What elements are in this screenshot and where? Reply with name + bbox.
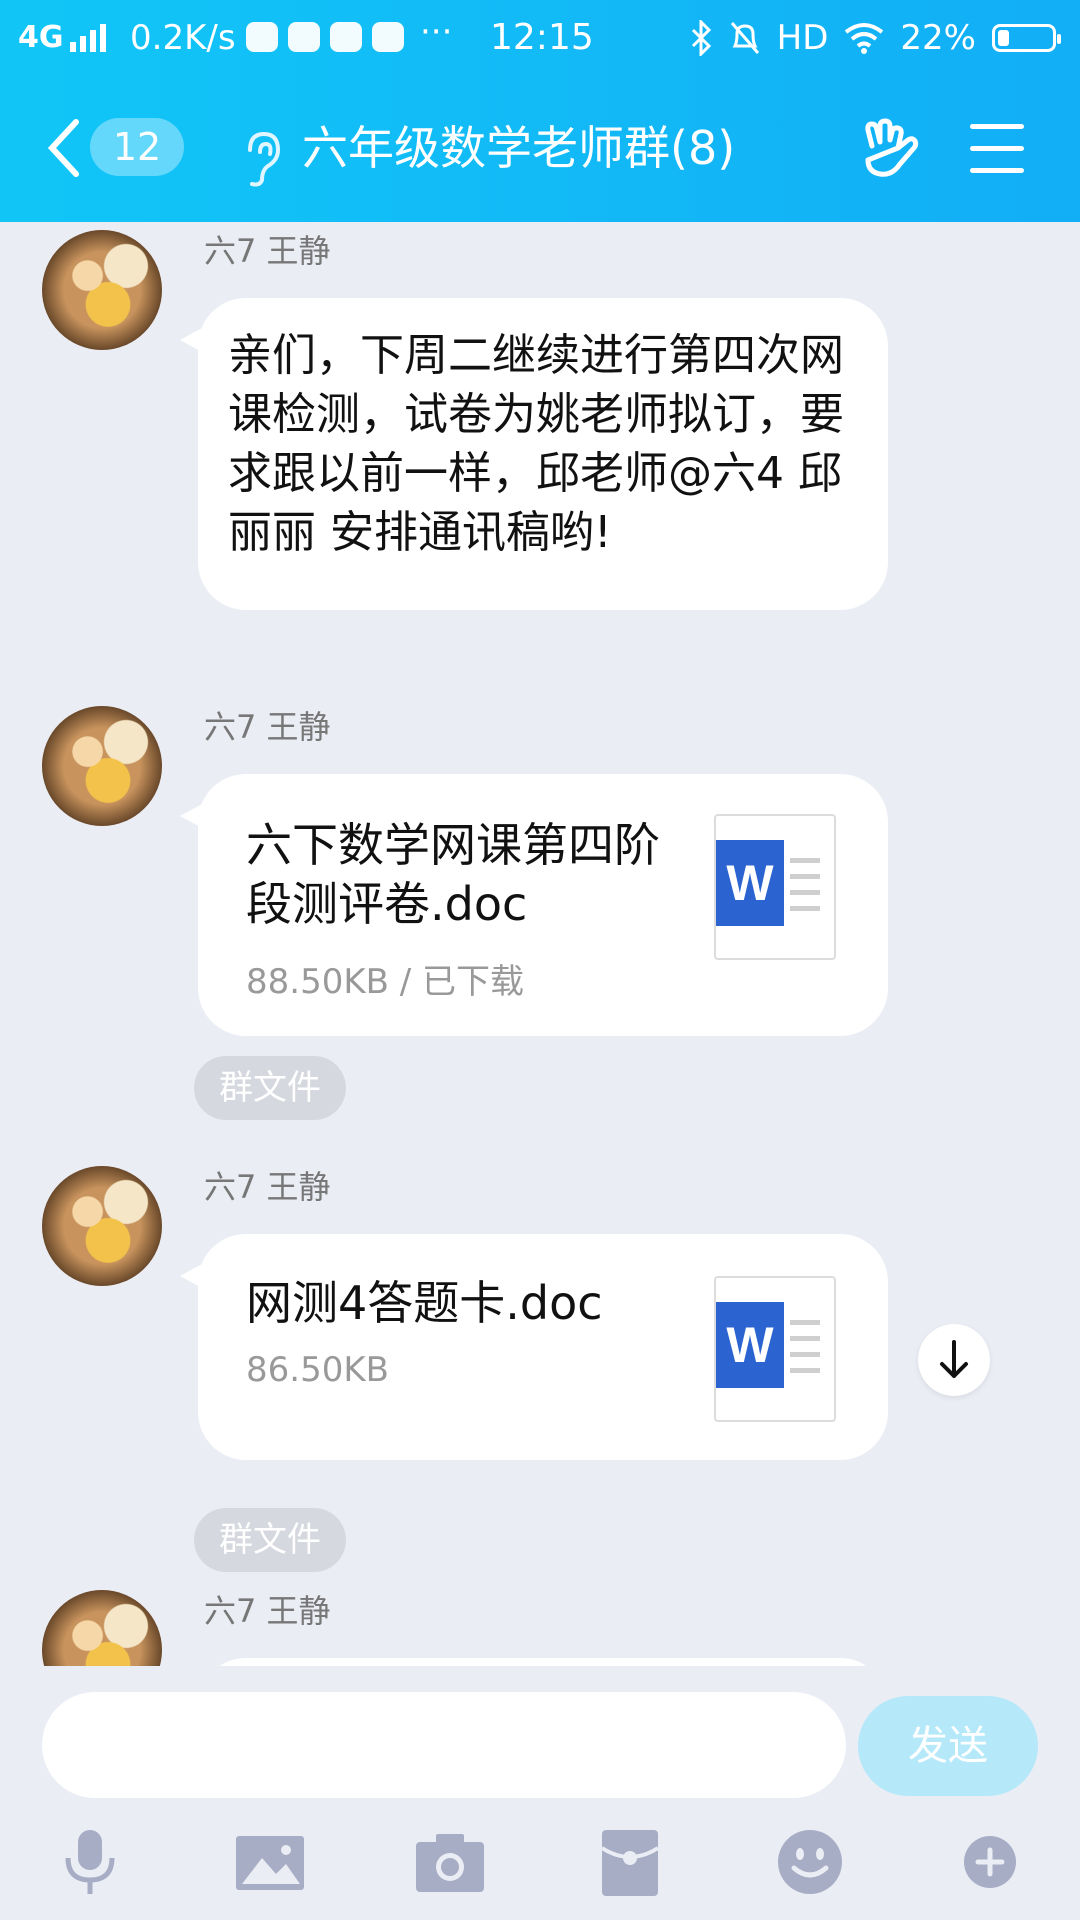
unread-count-badge[interactable]: 12 [90,118,184,176]
plus-icon[interactable] [950,1822,1030,1902]
battery-percent: 22% [900,18,976,58]
network-speed: 0.2K/s [130,18,236,58]
network-type: 4G [18,20,64,55]
file-bubble[interactable]: 网测4答题卡.doc 86.50KB W [180,1234,888,1460]
taobao-icon [330,22,362,52]
file-name: 六下数学网课第四阶段测评卷.doc [246,818,660,931]
emoji-icon[interactable] [770,1822,850,1902]
earpiece-mode-icon [248,131,281,187]
sender-name: 六7 王静 [204,1168,331,1206]
sender-name: 六7 王静 [204,708,331,746]
group-file-tag[interactable]: 群文件 [194,1056,346,1120]
send-button[interactable]: 发送 [858,1696,1038,1796]
wifi-icon [845,23,884,54]
camera-icon[interactable] [410,1822,490,1902]
arrow-down-icon [940,1340,968,1378]
sender-name: 六7 王静 [204,232,331,270]
avatar[interactable] [42,230,162,350]
chat-list[interactable]: 六7 王静 亲们，下周二继续进行第四次网课检测，试卷为姚老师拟订，要求跟以前一样… [0,222,1080,1666]
sender-name: 六7 王静 [204,1592,331,1630]
menu-icon[interactable] [970,124,1024,174]
group-title[interactable]: 六年级数学老师群(8) [302,116,735,180]
battery-icon [992,24,1061,52]
signal-icon [70,22,106,52]
word-doc-icon: W [714,814,836,960]
file-bubble[interactable] [198,1658,888,1666]
notification-icons [246,22,404,52]
word-letter: W [716,1302,784,1388]
input-area: 发送 [0,1666,1080,1920]
scroll-to-bottom-button[interactable] [918,1324,990,1396]
avatar[interactable] [42,1166,162,1286]
microphone-icon[interactable] [50,1822,130,1902]
top-bar: 4G 0.2K/s ··· 12:15 HD 22% 12 六年级数学老师群(8… [0,0,1080,222]
hd-label: HD [776,18,829,58]
mute-icon [730,22,759,54]
word-letter: W [716,840,784,926]
group-file-tag[interactable]: 群文件 [194,1508,346,1572]
more-notifications-icon: ··· [420,12,453,52]
message-text: 亲们，下周二继续进行第四次网课检测，试卷为姚老师拟订，要求跟以前一样，邱老师@六… [228,330,844,558]
status-bar: 4G 0.2K/s ··· 12:15 HD 22% [0,0,1080,76]
weibo-icon [246,22,278,52]
back-icon[interactable] [44,118,84,178]
avatar[interactable] [42,706,162,826]
message-icon [372,22,404,52]
bluetooth-icon [691,20,711,56]
clock: 12:15 [490,17,594,58]
file-bubble[interactable]: 六下数学网课第四阶段测评卷.doc 88.50KB / 已下载 W [180,774,888,1036]
status-right: HD 22% [689,18,1061,58]
chat-nav: 12 六年级数学老师群(8) [0,88,1080,208]
interaction-hand-icon[interactable] [858,118,922,182]
message-input[interactable] [42,1692,846,1798]
wechat-icon [288,22,320,52]
image-icon[interactable] [230,1822,310,1902]
file-meta: 88.50KB / 已下载 [246,962,525,1002]
word-doc-icon: W [714,1276,836,1422]
file-meta: 86.50KB [246,1350,389,1390]
avatar[interactable] [42,1590,162,1666]
red-packet-icon[interactable] [590,1822,670,1902]
text-bubble[interactable]: 亲们，下周二继续进行第四次网课检测，试卷为姚老师拟订，要求跟以前一样，邱老师@六… [180,298,888,610]
file-name: 网测4答题卡.doc [246,1276,603,1330]
